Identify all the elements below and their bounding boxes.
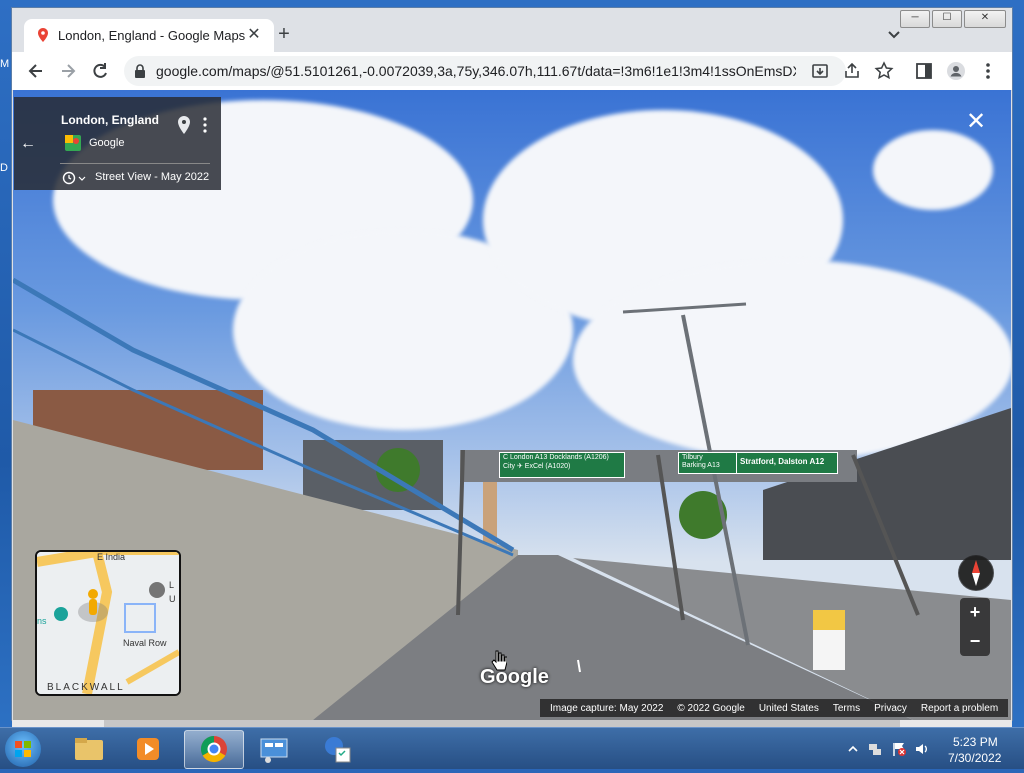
map-label: BLACKWALL <box>47 682 125 693</box>
windows-logo-icon <box>15 741 31 757</box>
image-capture-date: Image capture: May 2022 <box>550 702 664 714</box>
taskbar-control-panel[interactable] <box>246 730 304 767</box>
chevron-down-icon[interactable] <box>886 26 902 42</box>
tab-title: London, England - Google Maps <box>58 28 246 43</box>
reload-icon[interactable] <box>90 61 110 81</box>
location-title: London, England <box>61 113 159 127</box>
action-center-flag-icon[interactable] <box>891 741 907 757</box>
taskbar-network-app[interactable] <box>308 730 366 767</box>
back-arrow-icon[interactable]: ← <box>20 135 40 155</box>
desktop-icon-fragment: M <box>0 58 10 70</box>
bookmark-star-icon[interactable] <box>874 61 894 81</box>
street-view-panorama[interactable]: C London A13 Docklands (A1206) City ✈ Ex… <box>13 90 1011 720</box>
forward-icon[interactable] <box>58 61 78 81</box>
street-view-info-panel: ← London, England Google Street View - M… <box>14 97 221 190</box>
copyright: © 2022 Google <box>677 702 745 714</box>
lock-icon <box>135 64 145 78</box>
map-label: L <box>169 580 175 590</box>
street-lamp-arm <box>622 302 747 314</box>
clock-date[interactable]: 7/30/2022 <box>948 751 1001 765</box>
taskbar: 5:23 PM 7/30/2022 <box>0 727 1024 769</box>
window-controls: ─ ☐ ✕ <box>900 10 1006 28</box>
google-maps-logo-icon <box>65 135 81 151</box>
road-sign-left: C London A13 Docklands (A1206) City ✈ Ex… <box>499 452 625 478</box>
new-tab-button[interactable]: + <box>274 24 294 44</box>
minimize-button[interactable]: ─ <box>900 10 930 28</box>
sign-text: City ✈ ExCel (A1020) <box>503 463 571 470</box>
back-icon[interactable] <box>26 61 46 81</box>
taskbar-media-player[interactable] <box>120 730 178 767</box>
url-text: google.com/maps/@51.5101261,-0.0072039,3… <box>156 63 796 79</box>
hand-cursor-icon <box>491 650 507 671</box>
region-link[interactable]: United States <box>759 703 819 714</box>
show-hidden-icons-icon[interactable] <box>845 741 861 757</box>
browser-toolbar: google.com/maps/@51.5101261,-0.0072039,3… <box>12 52 1012 91</box>
sign-text: Tilbury <box>682 454 703 461</box>
maximize-button[interactable]: ☐ <box>932 10 962 28</box>
side-panel-icon[interactable] <box>914 61 934 81</box>
road-sign-right: Stratford, Dalston A12 <box>736 452 838 474</box>
more-options-icon[interactable] <box>202 116 208 134</box>
minimap-graphic <box>37 552 179 694</box>
desktop-icon-fragment: D <box>0 162 8 174</box>
location-pin-icon[interactable] <box>178 116 190 134</box>
divider <box>60 163 210 164</box>
start-button[interactable] <box>5 731 41 767</box>
address-bar[interactable]: google.com/maps/@51.5101261,-0.0072039,3… <box>124 56 846 86</box>
sign-text: Barking A13 <box>682 462 720 469</box>
menu-kebab-icon[interactable] <box>978 61 998 81</box>
map-label: U <box>169 594 176 604</box>
zoom-out-button[interactable]: − <box>960 627 990 656</box>
map-label: ns <box>37 616 47 626</box>
close-window-button[interactable]: ✕ <box>964 10 1006 28</box>
network-icon[interactable] <box>867 741 883 757</box>
folder-icon <box>75 738 103 760</box>
scrollbar-thumb[interactable] <box>104 720 900 727</box>
sign-text: C London A13 Docklands (A1206) <box>503 454 609 461</box>
share-icon[interactable] <box>842 61 862 81</box>
tab-close-button[interactable]: ✕ <box>244 25 264 45</box>
media-player-icon <box>137 738 159 760</box>
zoom-controls: + − <box>960 598 990 656</box>
road-sign-middle: Tilbury Barking A13 <box>678 452 738 474</box>
history-clock-icon[interactable] <box>62 171 86 185</box>
control-panel-icon <box>260 738 288 763</box>
map-footer: Image capture: May 2022 © 2022 Google Un… <box>540 699 1009 717</box>
horizontal-scrollbar[interactable] <box>12 720 1012 727</box>
browser-tab[interactable]: London, England - Google Maps ✕ <box>24 19 274 52</box>
report-problem-link[interactable]: Report a problem <box>921 703 998 714</box>
map-label: E India <box>97 552 126 562</box>
taskbar-chrome[interactable] <box>184 730 244 769</box>
install-icon[interactable] <box>810 61 830 81</box>
close-street-view-button[interactable]: ✕ <box>964 110 988 134</box>
volume-icon[interactable] <box>914 741 930 757</box>
zoom-in-button[interactable]: + <box>960 598 990 627</box>
privacy-link[interactable]: Privacy <box>874 703 907 714</box>
taskbar-explorer[interactable] <box>60 730 118 767</box>
globe-checklist-icon <box>325 737 351 763</box>
bollard <box>813 610 845 630</box>
compass-icon[interactable] <box>958 555 994 591</box>
terms-link[interactable]: Terms <box>833 703 860 714</box>
chrome-icon <box>200 735 227 763</box>
maps-pin-icon <box>38 28 48 42</box>
tab-strip: London, England - Google Maps ✕ + ─ ☐ ✕ <box>12 8 1012 52</box>
minimap[interactable]: E India Naval Row BLACKWALL L U ns <box>35 550 181 696</box>
map-label: Naval Row <box>123 638 167 648</box>
clock-time[interactable]: 5:23 PM <box>953 735 998 749</box>
capture-date: Street View - May 2022 <box>95 171 210 183</box>
profile-avatar-icon[interactable] <box>946 61 966 81</box>
imagery-provider: Google <box>89 137 125 149</box>
sign-text: Stratford, Dalston A12 <box>740 457 825 466</box>
browser-window: London, England - Google Maps ✕ + ─ ☐ ✕ <box>12 8 1012 720</box>
